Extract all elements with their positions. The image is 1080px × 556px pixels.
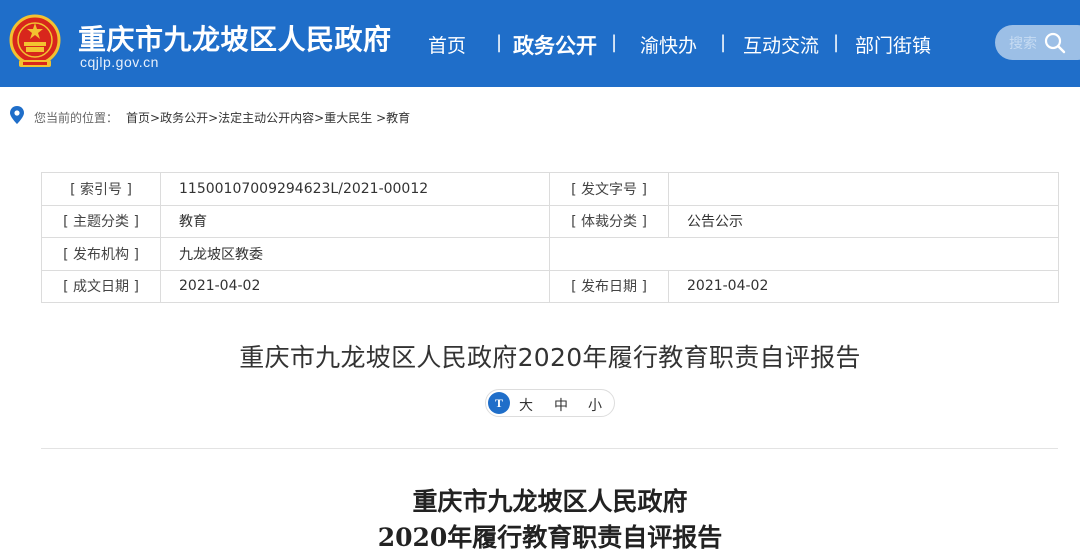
font-size-large-button[interactable]: 大 [519,395,533,415]
site-header: 重庆市九龙坡区人民政府 cqjlp.gov.cn 首页 | 政务公开 | 渝快办… [0,0,1080,87]
document-meta-table: [ 索引号 ] 11500107009294623L/2021-00012 [ … [41,172,1059,303]
body-heading-line-2: 2020年履行教育职责自评报告 [377,523,723,552]
genre-value: 公告公示 [668,204,1059,238]
breadcrumb-government-affairs[interactable]: 政务公开 [160,111,208,125]
topic-label: [ 主题分类 ] [41,204,161,238]
created-date-value: 2021-04-02 [160,269,550,303]
published-date-value: 2021-04-02 [668,269,1059,303]
nav-separator: | [496,32,503,53]
breadcrumb-links: 首页>政务公开>法定主动公开内容>重大民生 >教育 [126,109,410,126]
divider [41,448,1058,449]
breadcrumb-statutory-disclosure[interactable]: 法定主动公开内容 [218,111,314,125]
nav-separator: | [720,32,727,53]
search-icon[interactable] [1043,31,1067,55]
breadcrumb-separator: > [208,111,219,125]
breadcrumb-lead: 您当前的位置： [34,111,119,125]
index-no-value: 11500107009294623L/2021-00012 [160,172,550,206]
body-heading-line-1: 重庆市九龙坡区人民政府 [412,487,688,516]
search-box[interactable]: 搜索 [995,25,1080,60]
font-size-small-button[interactable]: 小 [588,395,602,415]
publisher-label: [ 发布机构 ] [41,237,161,271]
breadcrumb-education[interactable]: 教育 [386,111,410,125]
font-size-icon: T [488,392,510,414]
search-input[interactable]: 搜索 [1009,33,1037,53]
nav-item-yukuaiban[interactable]: 渝快办 [640,31,697,58]
font-size-switcher: T 大 中 小 [485,389,615,417]
site-title[interactable]: 重庆市九龙坡区人民政府 [78,18,392,58]
breadcrumb-separator: > [150,111,161,125]
nav-item-departments[interactable]: 部门街镇 [855,31,931,58]
font-size-medium-button[interactable]: 中 [554,395,568,415]
doc-no-value [668,172,1059,206]
topic-value: 教育 [160,204,550,238]
national-emblem-icon [9,14,61,67]
site-domain: cqjlp.gov.cn [80,54,159,70]
table-row: [ 索引号 ] 11500107009294623L/2021-00012 [ … [41,172,1059,206]
table-row: [ 发布机构 ] 九龙坡区教委 [41,237,1059,271]
empty-cell [549,237,1059,271]
breadcrumb-separator: > [376,111,387,125]
table-row: [ 成文日期 ] 2021-04-02 [ 发布日期 ] 2021-04-02 [41,269,1059,303]
published-date-label: [ 发布日期 ] [549,269,669,303]
breadcrumb-separator: > [314,111,325,125]
nav-item-interaction[interactable]: 互动交流 [743,31,819,58]
table-row: [ 主题分类 ] 教育 [ 体裁分类 ] 公告公示 [41,204,1059,238]
nav-item-home[interactable]: 首页 [428,31,466,58]
publisher-value: 九龙坡区教委 [160,237,550,271]
breadcrumb-major-livelihood[interactable]: 重大民生 [324,111,372,125]
nav-separator: | [611,32,618,53]
article-title: 重庆市九龙坡区人民政府2020年履行教育职责自评报告 [239,343,861,372]
created-date-label: [ 成文日期 ] [41,269,161,303]
doc-no-label: [ 发文字号 ] [549,172,669,206]
index-no-label: [ 索引号 ] [41,172,161,206]
nav-item-government-affairs[interactable]: 政务公开 [513,30,597,60]
genre-label: [ 体裁分类 ] [549,204,669,238]
location-pin-icon [10,106,24,124]
breadcrumb-home[interactable]: 首页 [126,111,150,125]
nav-separator: | [833,32,840,53]
